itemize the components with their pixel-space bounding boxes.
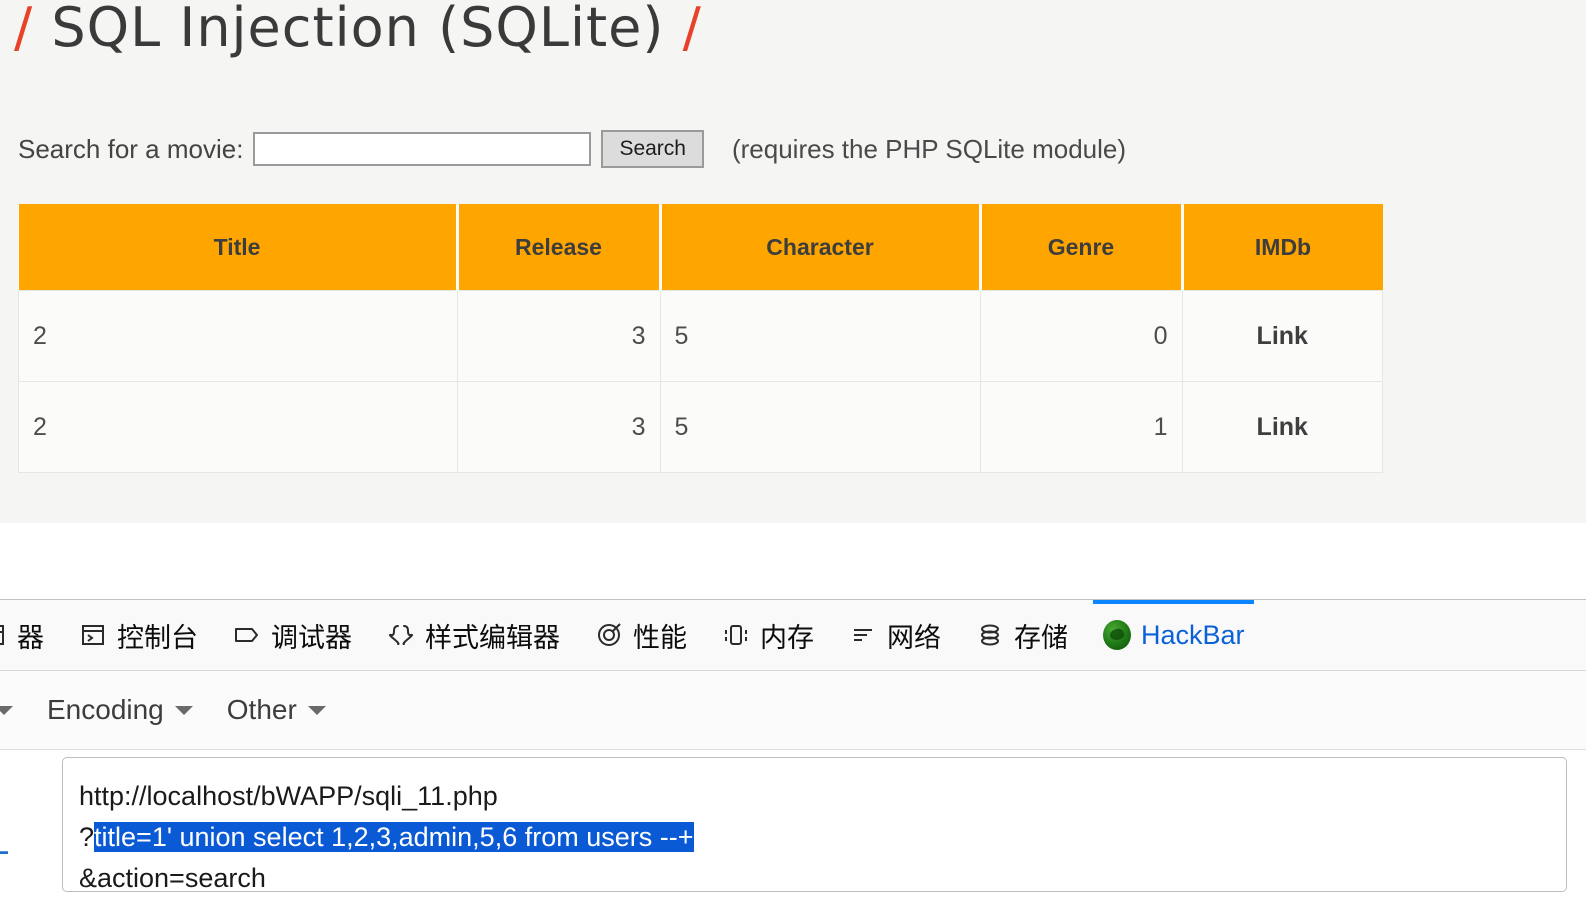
cell-title: 2 <box>18 381 458 473</box>
search-requirement-note: (requires the PHP SQLite module) <box>731 133 1127 164</box>
table-header-row: Title Release Character Genre IMDb <box>18 204 1383 291</box>
bwapp-page: / SQL Injection (SQLite) / Search for a … <box>0 0 1586 523</box>
search-form: Search for a movie: Search (requires the… <box>18 130 1126 168</box>
network-icon <box>848 620 878 650</box>
column-header-release: Release <box>455 204 662 291</box>
url-line: http://localhost/bWAPP/sqli_11.php <box>79 776 1550 817</box>
search-input[interactable] <box>253 132 592 166</box>
url-line-plain: http://localhost/bWAPP/sqli_11.php <box>79 781 498 811</box>
devtools-tab-bar: 器 控制台 调试器 样式编辑器 性能 内存 网络 存储 HackBar <box>0 600 1586 671</box>
table-row: 2 3 5 1 Link <box>18 381 1383 473</box>
tab-storage-label: 存储 <box>1014 622 1068 653</box>
menu-other-label: Other <box>226 694 297 725</box>
table-row: 2 3 5 0 Link <box>18 290 1383 382</box>
tab-hackbar[interactable]: HackBar <box>1085 600 1262 670</box>
column-header-genre: Genre <box>978 204 1184 291</box>
menu-encoding[interactable]: Encoding <box>30 694 210 726</box>
tab-console[interactable]: 控制台 <box>61 600 215 670</box>
url-line-selected-text: title=1' union select 1,2,3,admin,5,6 fr… <box>94 822 694 852</box>
console-icon <box>78 620 108 650</box>
hackbar-body: L — http://localhost/bWAPP/sqli_11.php ?… <box>0 750 1586 915</box>
tab-storage[interactable]: 存储 <box>958 600 1085 670</box>
tab-style-editor[interactable]: 样式编辑器 <box>369 600 577 670</box>
tab-memory-label: 内存 <box>760 622 814 653</box>
cell-release: 3 <box>456 290 661 382</box>
title-slash-right: / <box>682 0 702 59</box>
tab-style-editor-label: 样式编辑器 <box>425 622 560 653</box>
search-label: Search for a movie: <box>18 133 244 164</box>
tab-performance[interactable]: 性能 <box>577 600 704 670</box>
hackbar-menu-bar: Encoding Other <box>0 671 1586 750</box>
tab-inspector-label: 器 <box>17 622 44 653</box>
style-editor-icon <box>386 620 416 650</box>
hackbar-icon <box>1102 620 1132 650</box>
chevron-down-icon <box>0 705 13 715</box>
menu-encoding-label: Encoding <box>47 694 164 725</box>
url-line: &action=search <box>79 858 1550 892</box>
memory-icon <box>721 620 751 650</box>
page-title: / SQL Injection (SQLite) / <box>14 0 702 59</box>
cell-genre: 1 <box>979 381 1183 473</box>
debugger-icon <box>232 620 262 650</box>
chevron-down-icon <box>174 705 193 715</box>
column-header-title: Title <box>18 204 459 291</box>
cell-character: 5 <box>659 381 981 473</box>
movies-results-table: Title Release Character Genre IMDb 2 3 5… <box>18 204 1383 473</box>
storage-icon <box>975 620 1005 650</box>
chevron-down-icon <box>307 705 326 715</box>
menu-clipped[interactable] <box>0 705 30 715</box>
tab-performance-label: 性能 <box>633 622 687 653</box>
url-textarea[interactable]: http://localhost/bWAPP/sqli_11.php ?titl… <box>62 757 1567 892</box>
secondary-label: — <box>0 835 8 867</box>
tab-inspector[interactable]: 器 <box>0 600 61 670</box>
inspector-icon <box>0 620 8 650</box>
cell-imdb-link[interactable]: Link <box>1181 290 1383 382</box>
column-header-imdb: IMDb <box>1180 204 1383 291</box>
url-line-plain: ? <box>79 822 95 852</box>
search-button[interactable]: Search <box>601 130 704 168</box>
tab-network[interactable]: 网络 <box>831 600 958 670</box>
tab-console-label: 控制台 <box>117 622 198 653</box>
url-line: ?title=1' union select 1,2,3,admin,5,6 f… <box>79 817 1550 858</box>
tab-memory[interactable]: 内存 <box>704 600 831 670</box>
tab-network-label: 网络 <box>887 622 941 653</box>
devtools-panel: 器 控制台 调试器 样式编辑器 性能 内存 网络 存储 HackBar Enco… <box>0 599 1586 915</box>
tab-hackbar-label: HackBar <box>1141 619 1245 650</box>
column-header-character: Character <box>658 204 982 291</box>
cell-imdb-link[interactable]: Link <box>1181 381 1383 473</box>
cell-release: 3 <box>456 381 661 473</box>
menu-other[interactable]: Other <box>210 694 343 726</box>
title-text: SQL Injection (SQLite) <box>51 0 665 59</box>
tab-debugger-label: 调试器 <box>271 622 352 653</box>
performance-icon <box>594 620 624 650</box>
cell-title: 2 <box>18 290 458 382</box>
cell-character: 5 <box>659 290 981 382</box>
url-line-plain: &action=search <box>79 863 266 892</box>
tab-debugger[interactable]: 调试器 <box>215 600 369 670</box>
cell-genre: 0 <box>979 290 1183 382</box>
title-slash-left: / <box>14 0 34 59</box>
